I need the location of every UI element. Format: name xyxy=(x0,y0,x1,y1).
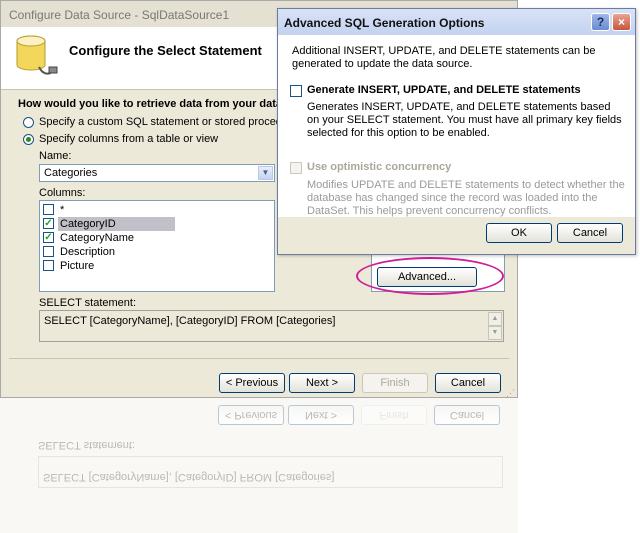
reflection-content: < Previous Next > Finish Cancel SELECT [… xyxy=(0,398,518,533)
scroll-up-icon[interactable]: ▲ xyxy=(488,312,502,326)
previous-button[interactable]: < Previous xyxy=(219,373,285,393)
reflection-next: Next > xyxy=(288,405,354,425)
next-button[interactable]: Next > xyxy=(289,373,355,393)
column-item-categoryname[interactable]: ✓ CategoryName xyxy=(41,231,241,245)
optimistic-concurrency-checkbox xyxy=(290,162,302,174)
reflection-select-label: SELECT statement: xyxy=(38,439,136,451)
table-name-value: Categories xyxy=(44,167,98,179)
reflection-select-box: SELECT [CategoryName], [CategoryID] FROM… xyxy=(38,456,503,488)
columns-label: Columns: xyxy=(39,187,86,199)
help-icon[interactable]: ? xyxy=(591,13,610,31)
reflection-finish: Finish xyxy=(361,405,427,425)
scroll-down-icon[interactable]: ▼ xyxy=(488,326,502,340)
column-label: Description xyxy=(60,246,116,258)
close-icon[interactable]: × xyxy=(612,13,631,31)
select-statement-text: SELECT [CategoryName], [CategoryID] FROM… xyxy=(44,315,336,327)
name-label: Name: xyxy=(39,150,72,162)
reflection-previous: < Previous xyxy=(218,405,284,425)
column-label: * xyxy=(60,204,65,216)
specify-columns-radio[interactable] xyxy=(23,134,34,145)
column-item-categoryid[interactable]: ✓ CategoryID xyxy=(41,217,241,231)
column-label: CategoryName xyxy=(60,232,134,244)
divider xyxy=(9,358,509,359)
dialog-intro: Additional INSERT, UPDATE, and DELETE st… xyxy=(292,45,596,70)
dialog-title: Advanced SQL Generation Options xyxy=(284,16,485,30)
step-title: Configure the Select Statement xyxy=(69,43,262,58)
custom-sql-radio[interactable] xyxy=(23,117,34,128)
retrieve-question: How would you like to retrieve data from… xyxy=(18,98,283,110)
chevron-down-icon[interactable]: ▼ xyxy=(258,166,273,180)
table-name-dropdown[interactable]: Categories ▼ xyxy=(39,164,275,182)
dialog-button-area: OK Cancel xyxy=(278,217,635,254)
generate-statements-checkbox[interactable] xyxy=(290,85,302,97)
select-statement-box[interactable]: SELECT [CategoryName], [CategoryID] FROM… xyxy=(39,310,504,342)
specify-columns-label[interactable]: Specify columns from a table or view xyxy=(39,133,218,145)
column-checkbox[interactable] xyxy=(43,246,54,257)
optimistic-concurrency-label: Use optimistic concurrency xyxy=(307,161,452,173)
column-checkbox[interactable]: ✓ xyxy=(43,218,54,229)
column-item-description[interactable]: Description xyxy=(41,245,241,259)
column-checkbox[interactable] xyxy=(43,260,54,271)
custom-sql-label[interactable]: Specify a custom SQL statement or stored… xyxy=(39,116,298,128)
column-checkbox[interactable] xyxy=(43,204,54,215)
dialog-title-bar[interactable]: Advanced SQL Generation Options ? × xyxy=(278,9,635,36)
optimistic-concurrency-desc: Modifies UPDATE and DELETE statements to… xyxy=(307,179,625,217)
window-title: Configure Data Source - SqlDataSource1 xyxy=(9,8,230,22)
reflection-select-text: SELECT [CategoryName], [CategoryID] FROM… xyxy=(43,471,335,483)
highlight-ellipse xyxy=(356,257,504,295)
cancel-button[interactable]: Cancel xyxy=(435,373,501,393)
advanced-sql-dialog: Advanced SQL Generation Options ? × Addi… xyxy=(277,8,636,255)
ok-button[interactable]: OK xyxy=(486,223,552,243)
column-label: CategoryID xyxy=(58,217,175,231)
dialog-cancel-button[interactable]: Cancel xyxy=(557,223,623,243)
select-statement-label: SELECT statement: xyxy=(39,297,137,309)
columns-list: * ✓ CategoryID ✓ CategoryName Descriptio… xyxy=(39,200,275,292)
column-item-star[interactable]: * xyxy=(41,203,241,217)
database-icon xyxy=(16,35,58,75)
generate-statements-label[interactable]: Generate INSERT, UPDATE, and DELETE stat… xyxy=(307,84,581,96)
reflection-cancel: Cancel xyxy=(434,405,500,425)
column-label: Picture xyxy=(60,260,95,272)
column-item-picture[interactable]: Picture xyxy=(41,259,241,273)
finish-button: Finish xyxy=(362,373,428,393)
column-checkbox[interactable]: ✓ xyxy=(43,232,54,243)
generate-statements-desc: Generates INSERT, UPDATE, and DELETE sta… xyxy=(307,101,622,139)
window-reflection: < Previous Next > Finish Cancel SELECT [… xyxy=(0,398,518,533)
